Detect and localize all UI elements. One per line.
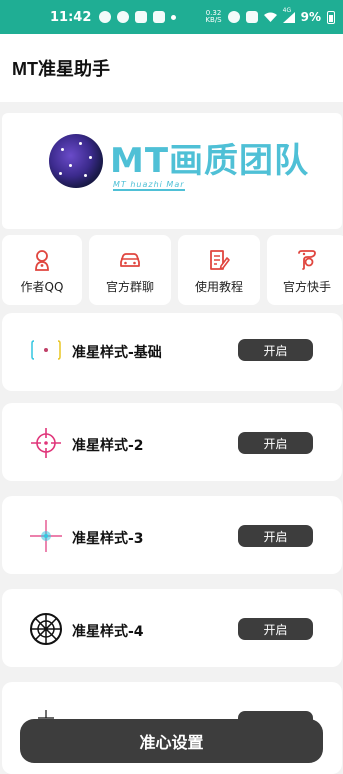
banner-logo-text: MT画质团队 xyxy=(110,141,310,181)
enable-button[interactable]: 开启 xyxy=(238,525,313,547)
app-bar: MT准星助手 xyxy=(0,34,343,102)
more-dot-icon xyxy=(171,14,177,20)
shortcut-kuaishou[interactable]: 官方快手 xyxy=(267,235,343,305)
kuaishou-icon xyxy=(298,250,316,270)
shortcut-author-qq[interactable]: 作者QQ xyxy=(2,235,82,305)
car-icon xyxy=(120,253,140,267)
crosshair-card-3: 准星样式-3 开启 xyxy=(2,496,342,574)
enable-button[interactable]: 开启 xyxy=(238,339,313,361)
notification-icons xyxy=(99,11,177,23)
enable-button[interactable]: 开启 xyxy=(238,432,313,454)
shortcut-group-chat[interactable]: 官方群聊 xyxy=(89,235,171,305)
crosshair-label: 准星样式-4 xyxy=(72,624,144,640)
team-logo-icon xyxy=(49,134,103,188)
crosshair-settings-button[interactable]: 准心设置 xyxy=(20,719,323,763)
battery-percent: 9% xyxy=(300,10,321,24)
enable-button[interactable]: 开启 xyxy=(238,618,313,640)
crosshair-label: 准星样式-基础 xyxy=(72,345,162,361)
wifi-icon xyxy=(263,12,277,22)
status-time: 11:42 xyxy=(50,9,92,25)
net-speed: 0.32 KB/S xyxy=(205,10,221,24)
banner-logo-subtext: MT huazhi Mar xyxy=(113,180,185,191)
wechat-icon xyxy=(117,11,130,23)
shortcut-row: 作者QQ 官方群聊 使用教程 官方快手 xyxy=(0,235,343,305)
person-icon xyxy=(35,250,49,271)
status-bar: 11:42 0.32 KB/S 4G 9% xyxy=(0,0,343,34)
crosshair-pink-icon xyxy=(31,428,61,458)
shortcut-label: 作者QQ xyxy=(20,280,64,294)
android-icon xyxy=(153,11,166,23)
hotspot-icon xyxy=(227,11,240,23)
banner[interactable]: MT画质团队 MT huazhi Mar xyxy=(2,113,342,229)
message-icon xyxy=(99,11,112,23)
crosshair-card-basic: 准星样式-基础 开启 xyxy=(2,313,342,391)
status-right: 0.32 KB/S 4G 9% xyxy=(205,7,335,24)
shortcut-label: 使用教程 xyxy=(194,280,243,294)
shortcut-label: 官方快手 xyxy=(282,280,331,294)
page-title: MT准星助手 xyxy=(12,59,110,79)
signal-label: 4G xyxy=(282,6,292,14)
signal-icon: 4G xyxy=(282,7,295,23)
shortcut-tutorial[interactable]: 使用教程 xyxy=(178,235,260,305)
crosshair-basic-icon xyxy=(31,340,61,360)
crosshair-label: 准星样式-2 xyxy=(72,438,144,454)
document-edit-icon xyxy=(210,250,230,270)
crosshair-card-4: 准星样式-4 开启 xyxy=(2,589,342,667)
nfc-icon xyxy=(245,11,258,23)
shortcut-label: 官方群聊 xyxy=(105,280,154,294)
app-icon xyxy=(135,11,148,23)
crosshair-scope-icon xyxy=(30,613,62,645)
net-speed-unit: KB/S xyxy=(205,16,222,24)
battery-icon xyxy=(327,10,335,24)
crosshair-card-2: 准星样式-2 开启 xyxy=(2,403,342,481)
crosshair-label: 准星样式-3 xyxy=(72,531,144,547)
crosshair-cyan-icon xyxy=(30,520,62,552)
